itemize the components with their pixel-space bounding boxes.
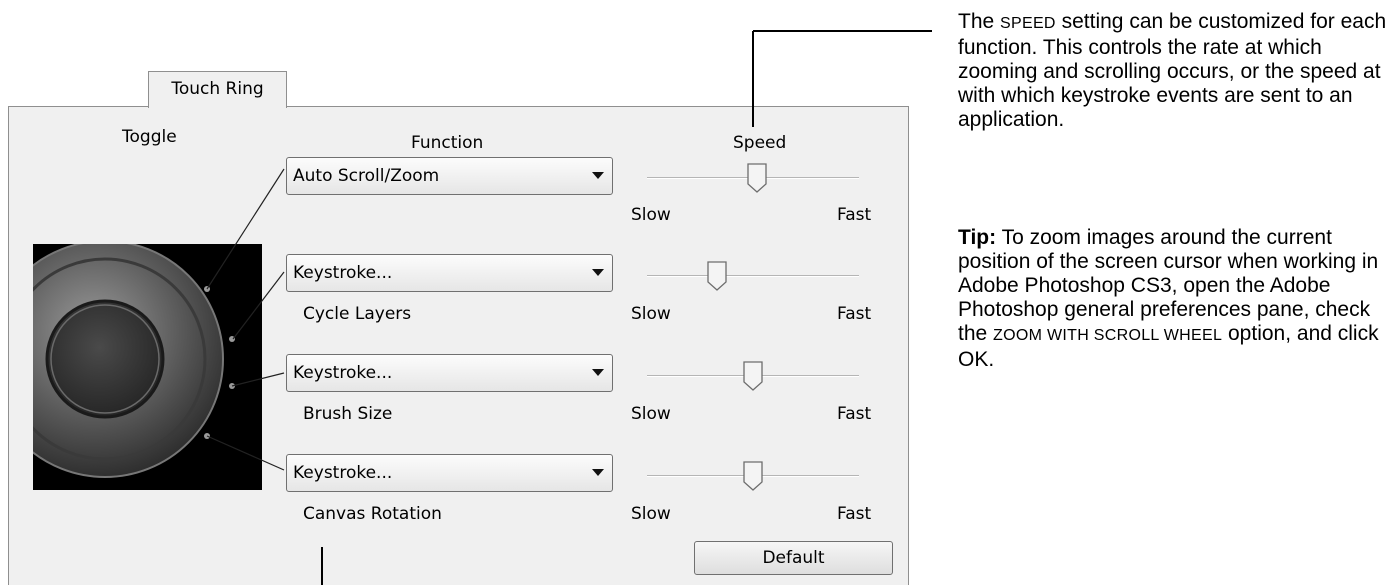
slider-thumb[interactable] (746, 163, 768, 193)
function-dropdown-4[interactable]: Keystroke... (286, 454, 613, 492)
toggle-header: Toggle (122, 127, 177, 147)
chevron-down-icon (592, 369, 604, 376)
fast-label-3: Fast (837, 404, 872, 424)
tip-note: Tip: To zoom images around the current p… (958, 226, 1388, 372)
slider-thumb[interactable] (742, 361, 764, 391)
speed-slider-4[interactable] (647, 461, 859, 491)
keystroke-name-canvas-rotation: Canvas Rotation (303, 504, 442, 524)
indicator-led-1 (204, 286, 210, 292)
indicator-led-3 (229, 383, 235, 389)
fast-label-2: Fast (837, 304, 872, 324)
speed-slider-3[interactable] (647, 361, 859, 391)
speed-slider-2[interactable] (647, 261, 859, 291)
slow-label-2: Slow (631, 304, 671, 324)
touch-ring-graphic (33, 244, 262, 490)
slider-thumb[interactable] (742, 461, 764, 491)
touch-ring-icon (33, 244, 235, 478)
function-header: Function (411, 133, 484, 153)
function-dropdown-2[interactable]: Keystroke... (286, 254, 613, 292)
speed-note-text: The Speed setting can be customized for … (958, 10, 1387, 131)
tab-touch-ring[interactable]: Touch Ring (148, 71, 287, 108)
fast-label-1: Fast (837, 205, 872, 225)
function-dropdown-3[interactable]: Keystroke... (286, 354, 613, 392)
keystroke-name-brush-size: Brush Size (303, 404, 393, 424)
default-button[interactable]: Default (694, 541, 893, 575)
speed-slider-1[interactable] (647, 163, 859, 193)
function-dropdown-value: Keystroke... (293, 363, 393, 383)
keystroke-name-cycle-layers: Cycle Layers (303, 304, 412, 324)
function-dropdown-value: Auto Scroll/Zoom (293, 166, 440, 186)
function-dropdown-1[interactable]: Auto Scroll/Zoom (286, 157, 613, 195)
indicator-led-2 (229, 336, 235, 342)
indicator-led-4 (204, 433, 210, 439)
slow-label-4: Slow (631, 504, 671, 524)
chevron-down-icon (592, 269, 604, 276)
speed-note: The Speed setting can be customized for … (958, 10, 1388, 132)
chevron-down-icon (592, 172, 604, 179)
slider-thumb[interactable] (706, 261, 728, 291)
tip-note-text: Tip: To zoom images around the current p… (958, 226, 1379, 371)
fast-label-4: Fast (837, 504, 872, 524)
chevron-down-icon (592, 469, 604, 476)
function-dropdown-value: Keystroke... (293, 463, 393, 483)
speed-header: Speed (733, 133, 787, 153)
slider-track (647, 275, 859, 277)
function-dropdown-value: Keystroke... (293, 263, 393, 283)
slow-label-1: Slow (631, 205, 671, 225)
slow-label-3: Slow (631, 404, 671, 424)
